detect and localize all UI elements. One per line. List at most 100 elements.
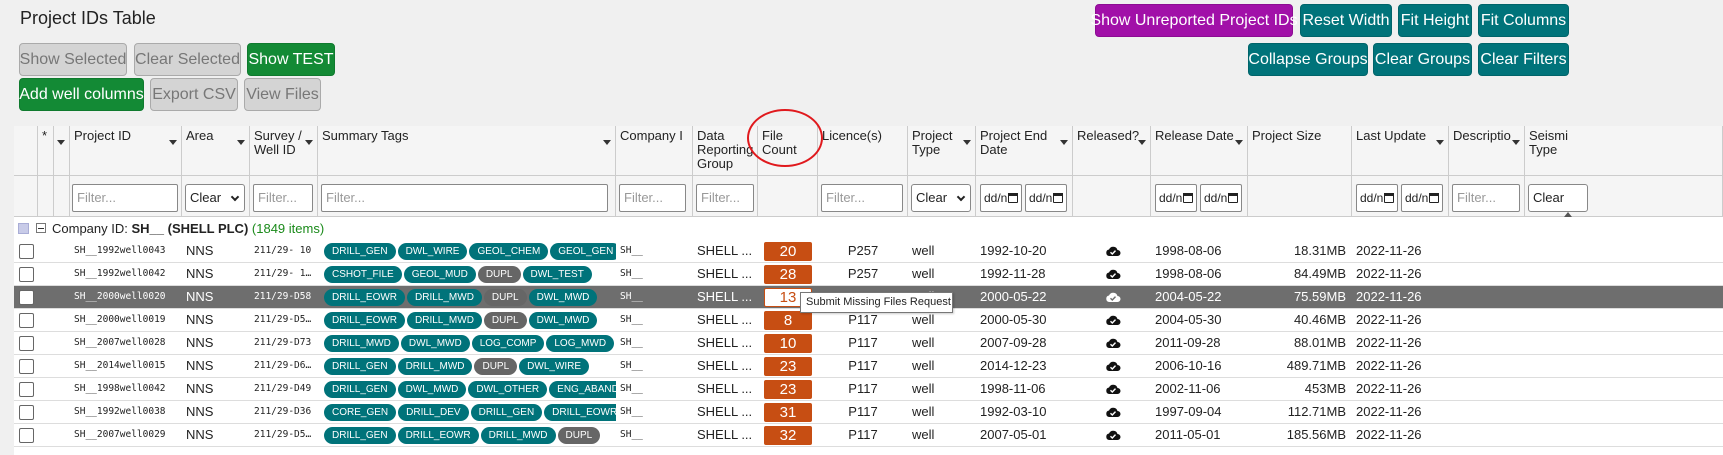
- show-unreported-project-ids-button[interactable]: Show Unreported Project IDs: [1090, 4, 1298, 37]
- row-select-cell: [14, 286, 38, 309]
- fit-height-button[interactable]: Fit Height: [1398, 4, 1472, 37]
- seismic-type-filter-select[interactable]: Clear: [1528, 184, 1588, 212]
- calendar-icon[interactable]: [1008, 193, 1018, 203]
- table-row[interactable]: SH__1992well0038 NNS 211/29-D36 CORE_GEN…: [14, 401, 1723, 424]
- clear-filters-button[interactable]: Clear Filters: [1478, 43, 1569, 76]
- survey-filter-input[interactable]: Filter...: [253, 184, 313, 212]
- dropdown-icon[interactable]: [603, 140, 611, 145]
- header-description[interactable]: Descriptio: [1449, 126, 1525, 176]
- file-count-button[interactable]: 23: [764, 380, 812, 399]
- filter-cell-end-date: dd/n dd/n: [976, 176, 1073, 217]
- header-project-size[interactable]: Project Size: [1248, 126, 1352, 176]
- project-type-filter-select[interactable]: Clear: [911, 184, 971, 212]
- table-row[interactable]: SH__2014well0015 NNS 211/29-D6… DRILL_GE…: [14, 355, 1723, 378]
- dropdown-icon[interactable]: [237, 140, 245, 145]
- view-files-button[interactable]: View Files: [244, 78, 321, 111]
- dropdown-icon[interactable]: [1512, 140, 1520, 145]
- end-date-to-input[interactable]: dd/n: [1025, 184, 1067, 212]
- table-row[interactable]: SH__1992well0042 NNS 211/29- 1… CSHOT_FI…: [14, 263, 1723, 286]
- end-date-from-input[interactable]: dd/n: [980, 184, 1022, 212]
- cell-summary-tags: CSHOT_FILE GEOL_MUD DUPL DWL_TEST: [318, 263, 616, 286]
- header-area[interactable]: Area: [182, 126, 250, 176]
- header-release-date[interactable]: Release Date: [1151, 126, 1248, 176]
- header-seismic-type[interactable]: Seismi Type: [1525, 126, 1723, 176]
- header-released[interactable]: Released?: [1073, 126, 1151, 176]
- header-star[interactable]: *: [38, 126, 54, 176]
- cell-survey: 211/29-D6…: [254, 360, 312, 371]
- summary-tags-filter-input[interactable]: Filter...: [321, 184, 608, 212]
- cell-project-size: 453MB: [1304, 381, 1346, 396]
- file-count-button[interactable]: 28: [764, 265, 812, 284]
- row-checkbox[interactable]: [19, 267, 34, 282]
- add-well-columns-button[interactable]: Add well columns: [19, 78, 144, 111]
- row-checkbox[interactable]: [19, 359, 34, 374]
- header-project-type[interactable]: Project Type: [908, 126, 976, 176]
- header-project-end-date[interactable]: Project End Date: [976, 126, 1073, 176]
- calendar-icon[interactable]: [1228, 193, 1238, 203]
- header-company-id[interactable]: Company I: [616, 126, 693, 176]
- file-count-button[interactable]: 32: [764, 426, 812, 445]
- calendar-icon[interactable]: [1183, 193, 1193, 203]
- release-date-from-input[interactable]: dd/n: [1155, 184, 1197, 212]
- header-column-menu[interactable]: [54, 126, 70, 176]
- calendar-icon[interactable]: [1053, 193, 1063, 203]
- file-count-button[interactable]: 8: [764, 311, 812, 330]
- fit-columns-button[interactable]: Fit Columns: [1478, 4, 1569, 37]
- file-count-button[interactable]: 23: [764, 357, 812, 376]
- row-checkbox[interactable]: [19, 244, 34, 259]
- file-count-button[interactable]: 20: [764, 242, 812, 261]
- export-csv-button[interactable]: Export CSV: [150, 78, 238, 111]
- file-count-button[interactable]: 31: [764, 403, 812, 422]
- row-checkbox[interactable]: [19, 428, 34, 443]
- last-update-to-input[interactable]: dd/n: [1401, 184, 1443, 212]
- row-checkbox[interactable]: [19, 405, 34, 420]
- collapse-group-icon[interactable]: [36, 223, 46, 233]
- header-summary-tags[interactable]: Summary Tags: [318, 126, 616, 176]
- group-select-checkbox[interactable]: [18, 223, 29, 234]
- group-row[interactable]: Company ID: SH__ (SHELL PLC) (1849 items…: [14, 218, 1723, 240]
- header-last-update[interactable]: Last Update: [1352, 126, 1449, 176]
- scroll-up-icon[interactable]: [1564, 212, 1572, 217]
- table-row[interactable]: SH__1992well0043 NNS 211/29- 10 DRILL_GE…: [14, 240, 1723, 263]
- collapse-groups-button[interactable]: Collapse Groups: [1248, 43, 1368, 76]
- area-filter-select[interactable]: Clear: [185, 184, 245, 212]
- header-survey-well-id[interactable]: Survey / Well ID: [250, 126, 318, 176]
- dropdown-icon[interactable]: [1235, 140, 1243, 145]
- column-menu-icon[interactable]: [57, 140, 65, 145]
- cell-last-update: 2022-11-26: [1356, 312, 1422, 327]
- reset-width-button[interactable]: Reset Width: [1300, 4, 1392, 37]
- project-id-filter-input[interactable]: Filter...: [72, 184, 178, 212]
- licence-filter-input[interactable]: Filter...: [821, 184, 903, 212]
- clear-selected-button[interactable]: Clear Selected: [134, 43, 241, 76]
- table-row[interactable]: SH__2007well0029 NNS 211/29-D5… DRILL_GE…: [14, 424, 1723, 447]
- last-update-from-input[interactable]: dd/n: [1356, 184, 1398, 212]
- row-checkbox[interactable]: [19, 290, 34, 305]
- table-row[interactable]: SH__1998well0042 NNS 211/29-D49 DRILL_GE…: [14, 378, 1723, 401]
- dropdown-icon[interactable]: [169, 140, 177, 145]
- dropdown-icon[interactable]: [963, 140, 971, 145]
- clear-groups-button[interactable]: Clear Groups: [1373, 43, 1472, 76]
- description-filter-input[interactable]: Filter...: [1452, 184, 1520, 212]
- dropdown-icon[interactable]: [1436, 140, 1444, 145]
- company-filter-input[interactable]: Filter...: [619, 184, 686, 212]
- row-checkbox[interactable]: [19, 382, 34, 397]
- file-count-button[interactable]: 10: [764, 334, 812, 353]
- calendar-icon[interactable]: [1429, 193, 1439, 203]
- cell-project-type: well: [912, 243, 935, 258]
- release-date-to-input[interactable]: dd/n: [1200, 184, 1242, 212]
- show-test-button[interactable]: Show TEST: [247, 43, 335, 76]
- dropdown-icon[interactable]: [305, 140, 313, 145]
- dropdown-icon[interactable]: [1060, 140, 1068, 145]
- filter-cell-star: [38, 176, 54, 217]
- calendar-icon[interactable]: [1384, 193, 1394, 203]
- row-checkbox[interactable]: [19, 313, 34, 328]
- show-selected-button[interactable]: Show Selected: [19, 43, 127, 76]
- table-row[interactable]: SH__2007well0028 NNS 211/29-D73 DRILL_MW…: [14, 332, 1723, 355]
- row-checkbox[interactable]: [19, 336, 34, 351]
- dropdown-icon[interactable]: [1138, 140, 1146, 145]
- drg-filter-input[interactable]: Filter...: [696, 184, 754, 212]
- header-row: * Project ID Area Survey / Well ID Summar…: [14, 126, 1723, 176]
- header-licences[interactable]: Licence(s): [818, 126, 908, 176]
- filter-cell-survey: Filter...: [250, 176, 318, 217]
- header-project-id[interactable]: Project ID: [70, 126, 182, 176]
